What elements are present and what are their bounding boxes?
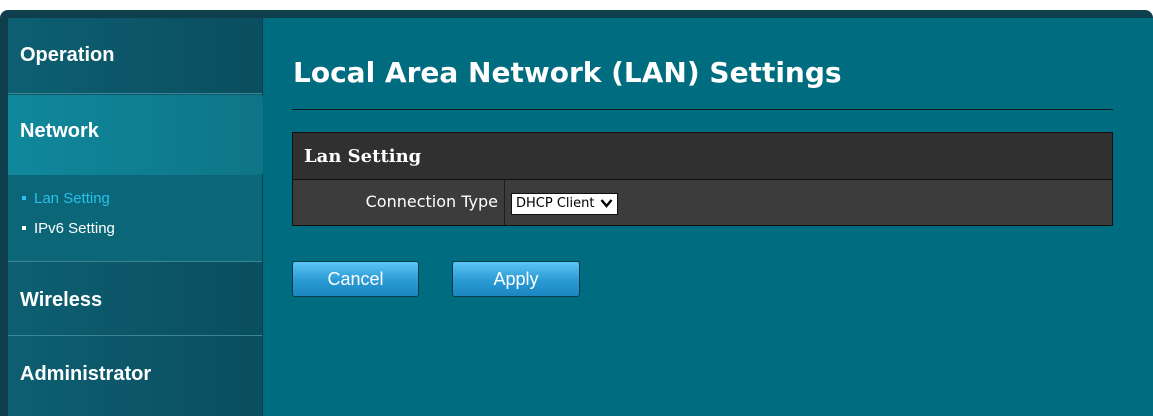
apply-button[interactable]: Apply	[452, 261, 580, 297]
connection-type-select[interactable]: DHCP Client	[511, 193, 619, 215]
nav-network-group: Network Lan Setting IPv6 Setting	[8, 95, 276, 262]
sub-item-label: IPv6 Setting	[34, 220, 115, 237]
nav-operation[interactable]: Operation	[8, 18, 262, 94]
sub-item-label: Lan Setting	[34, 190, 110, 207]
apply-button-label: Apply	[493, 269, 539, 289]
nav-network-label: Network	[20, 120, 99, 142]
page-title: Local Area Network (LAN) Settings	[293, 56, 842, 89]
nav-administrator-label: Administrator	[20, 363, 152, 385]
panel-header: Lan Setting	[293, 133, 1112, 180]
connection-type-label: Connection Type	[365, 192, 498, 211]
cancel-button-label: Cancel	[327, 269, 384, 289]
connection-type-value: DHCP Client	[516, 196, 595, 211]
main-content: Local Area Network (LAN) Settings Lan Se…	[263, 18, 1153, 416]
row-divider	[504, 180, 505, 225]
chevron-down-icon	[600, 196, 613, 210]
sub-item-lan-setting[interactable]: Lan Setting	[22, 190, 110, 207]
nav-administrator[interactable]: Administrator	[8, 336, 262, 416]
sub-item-ipv6-setting[interactable]: IPv6 Setting	[22, 220, 115, 237]
sidebar: Operation Network Lan Setting IPv6 Setti…	[8, 18, 276, 416]
cancel-button[interactable]: Cancel	[292, 261, 419, 297]
nav-wireless[interactable]: Wireless	[8, 262, 262, 336]
bullet-icon	[22, 196, 26, 201]
bullet-icon	[22, 226, 26, 231]
nav-wireless-label: Wireless	[20, 289, 103, 311]
connection-type-row: Connection Type DHCP Client	[293, 180, 1112, 225]
title-divider	[292, 109, 1113, 110]
nav-network[interactable]: Network	[8, 95, 276, 175]
nav-operation-label: Operation	[20, 44, 115, 66]
lan-setting-panel: Lan Setting Connection Type DHCP Client	[292, 132, 1113, 226]
